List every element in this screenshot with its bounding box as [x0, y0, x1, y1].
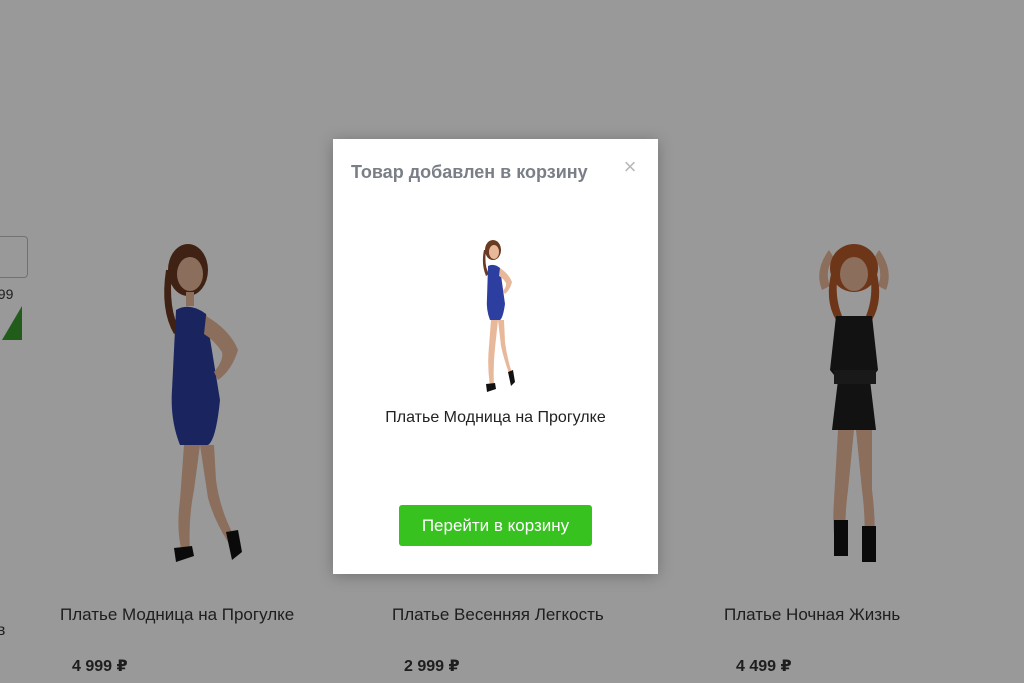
woman-blue-dress-image — [482, 240, 515, 392]
close-icon[interactable]: × — [620, 156, 640, 178]
catalog-page: 999 ов Платье Модница на Прогулке 4 999 … — [0, 0, 1024, 683]
go-to-cart-button[interactable]: Перейти в корзину — [399, 505, 592, 546]
modal-product-name: Платье Модница на Прогулке — [385, 409, 606, 426]
added-to-cart-modal: Товар добавлен в корзину × Платье Модниц… — [333, 139, 658, 574]
modal-title: Товар добавлен в корзину — [351, 162, 588, 182]
